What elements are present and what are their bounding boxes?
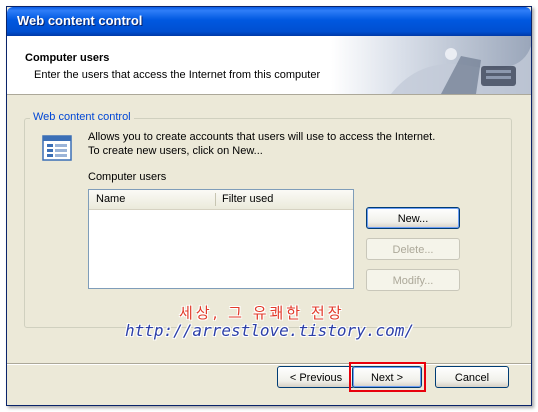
wizard-header: Computer users Enter the users that acce… xyxy=(7,36,531,95)
title-bar[interactable]: Web content control xyxy=(7,7,531,36)
group-label: Web content control xyxy=(30,111,134,123)
header-banner-image xyxy=(331,36,531,94)
header-title: Computer users xyxy=(25,52,110,64)
delete-user-button[interactable]: Delete... xyxy=(366,238,460,260)
computer-users-list[interactable]: Name Filter used xyxy=(88,189,354,289)
list-header: Name Filter used xyxy=(89,190,353,210)
next-button-highlight xyxy=(349,362,426,392)
column-header-name[interactable]: Name xyxy=(96,193,125,205)
new-user-button[interactable]: New... xyxy=(366,207,460,229)
watermark-korean-text: 세상, 그 유쾌한 전장 xyxy=(179,304,345,322)
header-subtitle: Enter the users that access the Internet… xyxy=(34,69,321,81)
computer-users-label: Computer users xyxy=(88,171,167,183)
watermark-url-text: http://arrestlove.tistory.com/ xyxy=(125,321,414,340)
modify-user-button[interactable]: Modify... xyxy=(366,269,460,291)
footer-divider xyxy=(7,363,531,365)
users-list-icon xyxy=(42,135,72,161)
cancel-button[interactable]: Cancel xyxy=(435,366,509,388)
previous-button[interactable]: < Previous xyxy=(277,366,355,388)
column-divider[interactable] xyxy=(215,193,216,206)
column-header-filter-used[interactable]: Filter used xyxy=(222,193,273,205)
group-description: Allows you to create accounts that users… xyxy=(88,131,436,157)
window-title: Web content control xyxy=(17,13,143,28)
wizard-window: Web content control Computer users Enter… xyxy=(6,6,532,406)
